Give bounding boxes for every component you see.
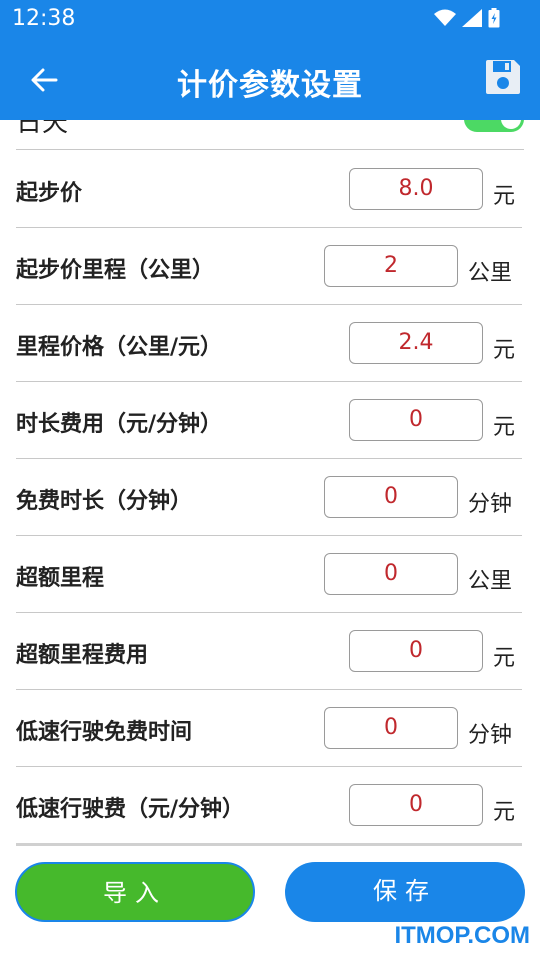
free-time-input[interactable]: 0 xyxy=(324,476,458,518)
distance-price-input[interactable]: 2.4 xyxy=(349,322,483,364)
row-time-fee: 时长费用（元/分钟） 0 元 xyxy=(16,382,522,459)
row-base-distance: 起步价里程（公里） 2 公里 xyxy=(16,228,522,305)
bottom-divider xyxy=(16,843,522,846)
row-unit: 公里 xyxy=(468,569,513,594)
row-unit: 元 xyxy=(493,646,516,671)
row-distance-price: 里程价格（公里/元） 2.4 元 xyxy=(16,305,522,382)
toggle-knob xyxy=(501,120,521,129)
row-unit: 元 xyxy=(493,415,516,440)
row-unit: 公里 xyxy=(468,261,513,286)
signal-icon xyxy=(462,9,482,27)
row-label: 里程价格（公里/元） xyxy=(16,335,223,360)
base-fare-input[interactable]: 8.0 xyxy=(349,168,483,210)
row-label: 免费时长（分钟） xyxy=(16,489,193,514)
settings-list[interactable]: 日天 起步价 8.0 元 起步价里程（公里） 2 公里 里程价格（公里/元） 2… xyxy=(0,120,540,846)
row-low-speed-free-time: 低速行驶免费时间 0 分钟 xyxy=(16,690,522,767)
row-label: 起步价 xyxy=(16,181,83,206)
low-speed-free-time-input[interactable]: 0 xyxy=(324,707,458,749)
status-bar: 12:38 xyxy=(0,0,540,40)
row-label: 超额里程费用 xyxy=(16,643,149,668)
wifi-icon xyxy=(434,9,456,26)
row-free-time: 免费时长（分钟） 0 分钟 xyxy=(16,459,522,536)
row-low-speed-fee: 低速行驶费（元/分钟） 0 元 xyxy=(16,767,522,844)
partial-row: 日天 xyxy=(16,120,524,150)
base-distance-input[interactable]: 2 xyxy=(324,245,458,287)
battery-icon xyxy=(488,8,500,28)
save-icon-button[interactable] xyxy=(484,58,522,98)
row-unit: 分钟 xyxy=(468,723,513,748)
row-label: 起步价里程（公里） xyxy=(16,258,215,283)
row-unit: 元 xyxy=(493,184,516,209)
floppy-disk-icon xyxy=(486,60,520,94)
extra-distance-fee-input[interactable]: 0 xyxy=(349,630,483,672)
toggle-switch[interactable] xyxy=(464,120,524,132)
row-base-fare: 起步价 8.0 元 xyxy=(16,151,522,228)
row-extra-distance: 超额里程 0 公里 xyxy=(16,536,522,613)
row-unit: 元 xyxy=(493,338,516,363)
time-fee-input[interactable]: 0 xyxy=(349,399,483,441)
row-unit: 分钟 xyxy=(468,492,513,517)
row-label: 低速行驶免费时间 xyxy=(16,720,193,745)
status-time: 12:38 xyxy=(12,6,76,31)
row-extra-distance-fee: 超额里程费用 0 元 xyxy=(16,613,522,690)
save-button[interactable]: 保存 xyxy=(285,862,525,922)
row-label: 时长费用（元/分钟） xyxy=(16,412,223,437)
partial-row-label: 日天 xyxy=(16,120,69,138)
low-speed-fee-input[interactable]: 0 xyxy=(349,784,483,826)
row-unit: 元 xyxy=(493,800,516,825)
app-bar: 计价参数设置 xyxy=(0,40,540,120)
page-title: 计价参数设置 xyxy=(177,68,363,103)
row-label: 低速行驶费（元/分钟） xyxy=(16,797,245,822)
watermark: ITMOP.COM xyxy=(394,922,530,949)
row-label: 超额里程 xyxy=(16,566,105,591)
import-button[interactable]: 导入 xyxy=(15,862,255,922)
extra-distance-input[interactable]: 0 xyxy=(324,553,458,595)
status-icons xyxy=(434,8,500,28)
